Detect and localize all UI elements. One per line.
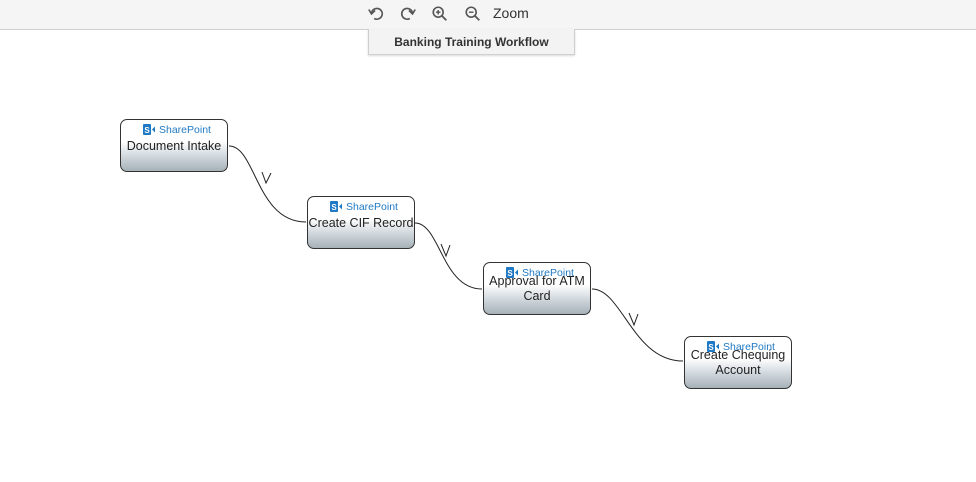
connector-2 <box>414 222 483 290</box>
node-label: Create Chequing Account <box>690 348 786 377</box>
zoom-label[interactable]: Zoom <box>493 5 529 21</box>
redo-icon[interactable] <box>397 3 419 25</box>
node-create-cif-record[interactable]: S SharePoint Create CIF Record <box>307 196 415 249</box>
node-approval-atm-card[interactable]: S SharePoint Approval for ATM Card <box>483 262 591 315</box>
node-document-intake[interactable]: S SharePoint Document Intake <box>120 119 228 172</box>
svg-text:S: S <box>144 126 150 135</box>
zoom-out-icon[interactable] <box>462 3 484 25</box>
node-label: Create CIF Record <box>308 216 414 230</box>
connector-1 <box>228 145 307 223</box>
zoom-in-icon[interactable] <box>429 3 451 25</box>
node-label: Document Intake <box>126 139 222 153</box>
node-label: Approval for ATM Card <box>489 274 585 303</box>
toolbar: Zoom <box>0 0 976 30</box>
sharepoint-icon: S <box>143 124 155 135</box>
sharepoint-logo: S SharePoint <box>330 200 398 213</box>
sharepoint-icon: S <box>330 201 342 212</box>
workflow-connectors <box>228 145 684 362</box>
workflow-title: Banking Training Workflow <box>368 29 575 55</box>
node-create-chequing-account[interactable]: S SharePoint Create Chequing Account <box>684 336 792 389</box>
connector-3 <box>591 288 684 362</box>
svg-text:S: S <box>331 203 337 212</box>
sharepoint-logo: S SharePoint <box>143 123 211 136</box>
undo-icon[interactable] <box>365 3 387 25</box>
